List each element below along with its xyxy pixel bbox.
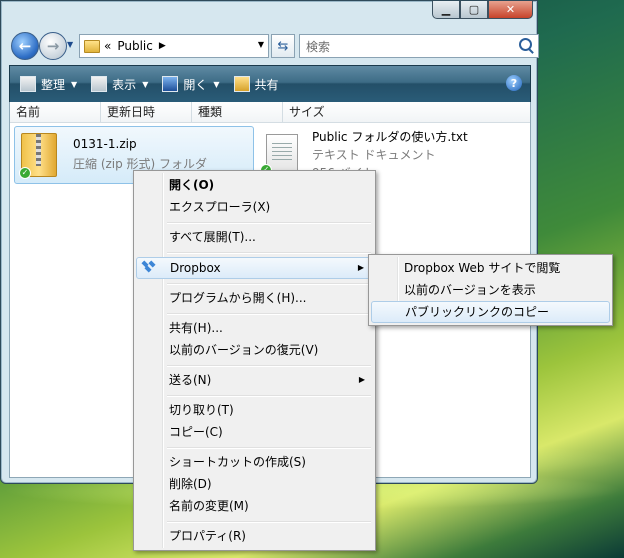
menu-item-explorer[interactable]: エクスプローラ(X) (136, 196, 373, 218)
views-icon (91, 76, 108, 92)
menu-item-copy[interactable]: コピー(C) (136, 421, 373, 443)
views-button[interactable]: 表示 ▼ (91, 76, 148, 93)
menu-item-dropbox-label: Dropbox (170, 261, 221, 275)
close-button[interactable]: ✕ (488, 1, 533, 19)
menu-item-extract-all[interactable]: すべて展開(T)... (136, 226, 373, 248)
menu-item-rename[interactable]: 名前の変更(M) (136, 495, 373, 517)
chevron-down-icon: ▼ (213, 79, 220, 89)
submenu-arrow-icon: ▶ (357, 263, 364, 272)
menu-separator (167, 222, 371, 224)
column-modified[interactable]: 更新日時 (101, 102, 192, 122)
back-button[interactable]: ← (11, 32, 39, 60)
folder-icon (84, 39, 100, 53)
share-icon (233, 76, 250, 92)
chevron-down-icon: ▼ (142, 79, 149, 89)
open-icon (162, 76, 179, 92)
maximize-button[interactable]: ▢ (460, 1, 488, 19)
address-path[interactable]: Public (117, 39, 153, 53)
column-size[interactable]: サイズ (283, 102, 373, 122)
organize-icon (20, 76, 36, 92)
help-button[interactable]: ? (506, 75, 522, 91)
search-placeholder: 検索 (306, 39, 331, 54)
forward-button[interactable]: → (39, 32, 67, 60)
close-icon: ✕ (505, 3, 516, 16)
chevron-right-icon[interactable]: ▶ (159, 41, 166, 51)
menu-item-open[interactable]: 開く(O) (136, 174, 373, 196)
address-prefix: « (104, 39, 112, 53)
column-name[interactable]: 名前 (10, 102, 101, 122)
navigation-bar: ← → ▼ « Public ▶ ▼ ⇆ 検索 (9, 29, 539, 63)
menu-item-restore-previous[interactable]: 以前のバージョンの復元(V) (136, 339, 373, 361)
minimize-icon: ▁ (441, 3, 451, 16)
context-menu: 開く(O) エクスプローラ(X) すべて展開(T)... Dropbox ▶ プ… (133, 170, 376, 551)
menu-separator (167, 252, 371, 254)
address-bar[interactable]: « Public ▶ ▼ (79, 34, 269, 58)
menu-item-send-to-label: 送る(N) (169, 373, 212, 387)
menu-item-open-with[interactable]: プログラムから開く(H)... (136, 287, 373, 309)
organize-button[interactable]: 整理 ▼ (20, 76, 77, 93)
file-name: 0131-1.zip (73, 137, 137, 151)
menu-item-delete[interactable]: 削除(D) (136, 473, 373, 495)
maximize-icon: ▢ (468, 3, 480, 16)
refresh-button[interactable]: ⇆ (271, 34, 295, 58)
submenu-arrow-icon: ▶ (358, 375, 365, 384)
sync-check-icon: ✓ (19, 167, 31, 179)
forward-arrow-icon: → (46, 36, 60, 55)
share-label: 共有 (254, 77, 279, 92)
recent-pages-dropdown[interactable]: ▼ (67, 40, 73, 49)
menu-separator (167, 447, 371, 449)
minimize-button[interactable]: ▁ (432, 1, 460, 19)
menu-item-share[interactable]: 共有(H)... (136, 317, 373, 339)
share-button[interactable]: 共有 (233, 76, 279, 93)
chevron-down-icon[interactable]: ▼ (258, 40, 264, 49)
menu-item-send-to[interactable]: 送る(N) ▶ (136, 369, 373, 391)
menu-item-create-shortcut[interactable]: ショートカットの作成(S) (136, 451, 373, 473)
column-headers: 名前 更新日時 種類 サイズ (10, 102, 530, 123)
menu-separator (167, 365, 371, 367)
command-toolbar: 整理 ▼ 表示 ▼ 開く ▼ 共有 ? (9, 65, 531, 103)
menu-separator (167, 313, 371, 315)
submenu-item-copy-public-link[interactable]: パブリックリンクのコピー (371, 301, 610, 323)
file-name: Public フォルダの使い方.txt (312, 130, 468, 144)
dropbox-icon (141, 260, 156, 274)
organize-label: 整理 (41, 77, 66, 92)
column-type[interactable]: 種類 (192, 102, 283, 122)
search-icon[interactable] (519, 38, 532, 51)
menu-separator (167, 521, 371, 523)
file-type: テキスト ドキュメント (312, 148, 436, 162)
help-icon: ? (510, 76, 518, 90)
menu-item-cut[interactable]: 切り取り(T) (136, 399, 373, 421)
menu-separator (167, 395, 371, 397)
menu-separator (167, 283, 371, 285)
dropbox-submenu: Dropbox Web サイトで閲覧 以前のバージョンを表示 パブリックリンクの… (368, 254, 613, 326)
open-label: 開く (183, 77, 208, 92)
caption-buttons: ▁ ▢ ✕ (432, 1, 533, 19)
back-arrow-icon: ← (18, 36, 32, 55)
submenu-item-previous-versions[interactable]: 以前のバージョンを表示 (371, 279, 610, 301)
refresh-icon: ⇆ (277, 38, 289, 54)
submenu-item-view-web[interactable]: Dropbox Web サイトで閲覧 (371, 257, 610, 279)
chevron-down-icon: ▼ (71, 79, 78, 89)
views-label: 表示 (112, 77, 137, 92)
search-box[interactable]: 検索 (299, 34, 539, 58)
menu-item-properties[interactable]: プロパティ(R) (136, 525, 373, 547)
menu-item-dropbox[interactable]: Dropbox ▶ (136, 257, 373, 279)
open-button[interactable]: 開く ▼ (162, 76, 220, 93)
